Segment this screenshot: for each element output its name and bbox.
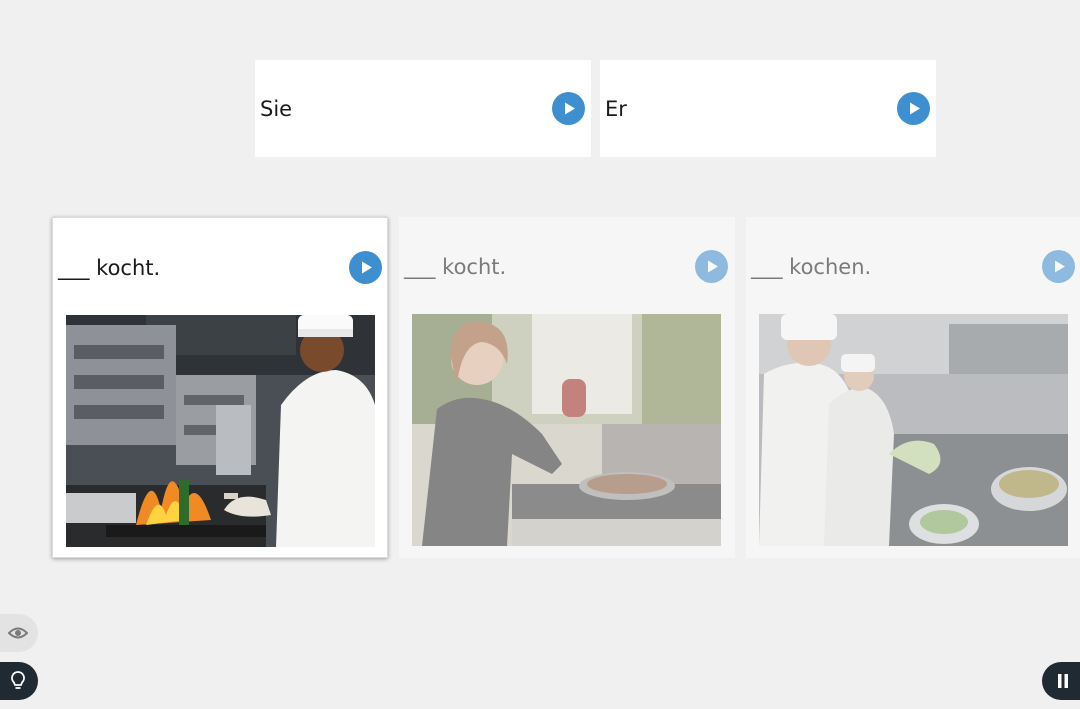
play-audio-button[interactable] <box>1042 250 1075 283</box>
answer-tile-sie[interactable]: Sie <box>255 60 591 157</box>
exercise-stage: Sie Er ___ kocht. ___ kocht. ___ kochen. <box>0 0 1080 709</box>
prompt-sentence: ___ kocht. <box>404 255 507 279</box>
prompt-sentence: ___ kocht. <box>58 256 161 280</box>
lightbulb-icon <box>11 671 25 689</box>
play-icon <box>1055 260 1065 273</box>
play-icon <box>910 102 920 115</box>
play-icon <box>708 260 718 273</box>
pause-button[interactable] <box>1042 662 1080 700</box>
answer-word: Er <box>605 97 627 121</box>
play-audio-button[interactable] <box>552 92 585 125</box>
woman-cooking-pan-photo <box>412 314 721 546</box>
prompt-card-3[interactable]: ___ kochen. <box>746 217 1080 558</box>
play-audio-button[interactable] <box>349 251 382 284</box>
play-audio-button[interactable] <box>897 92 930 125</box>
play-icon <box>565 102 575 115</box>
prompt-card-2[interactable]: ___ kocht. <box>399 217 735 558</box>
play-icon <box>362 261 372 274</box>
hint-button[interactable] <box>0 662 38 700</box>
pause-icon <box>1058 674 1068 688</box>
eye-icon <box>8 627 28 639</box>
play-audio-button[interactable] <box>695 250 728 283</box>
toggle-visibility-button[interactable] <box>0 614 38 652</box>
answer-tile-er[interactable]: Er <box>600 60 936 157</box>
prompt-sentence: ___ kochen. <box>751 255 872 279</box>
prompt-card-1[interactable]: ___ kocht. <box>52 217 388 558</box>
answer-word: Sie <box>260 97 293 121</box>
man-chef-flambe-photo <box>66 315 375 547</box>
chefs-kitchen-photo <box>759 314 1068 546</box>
